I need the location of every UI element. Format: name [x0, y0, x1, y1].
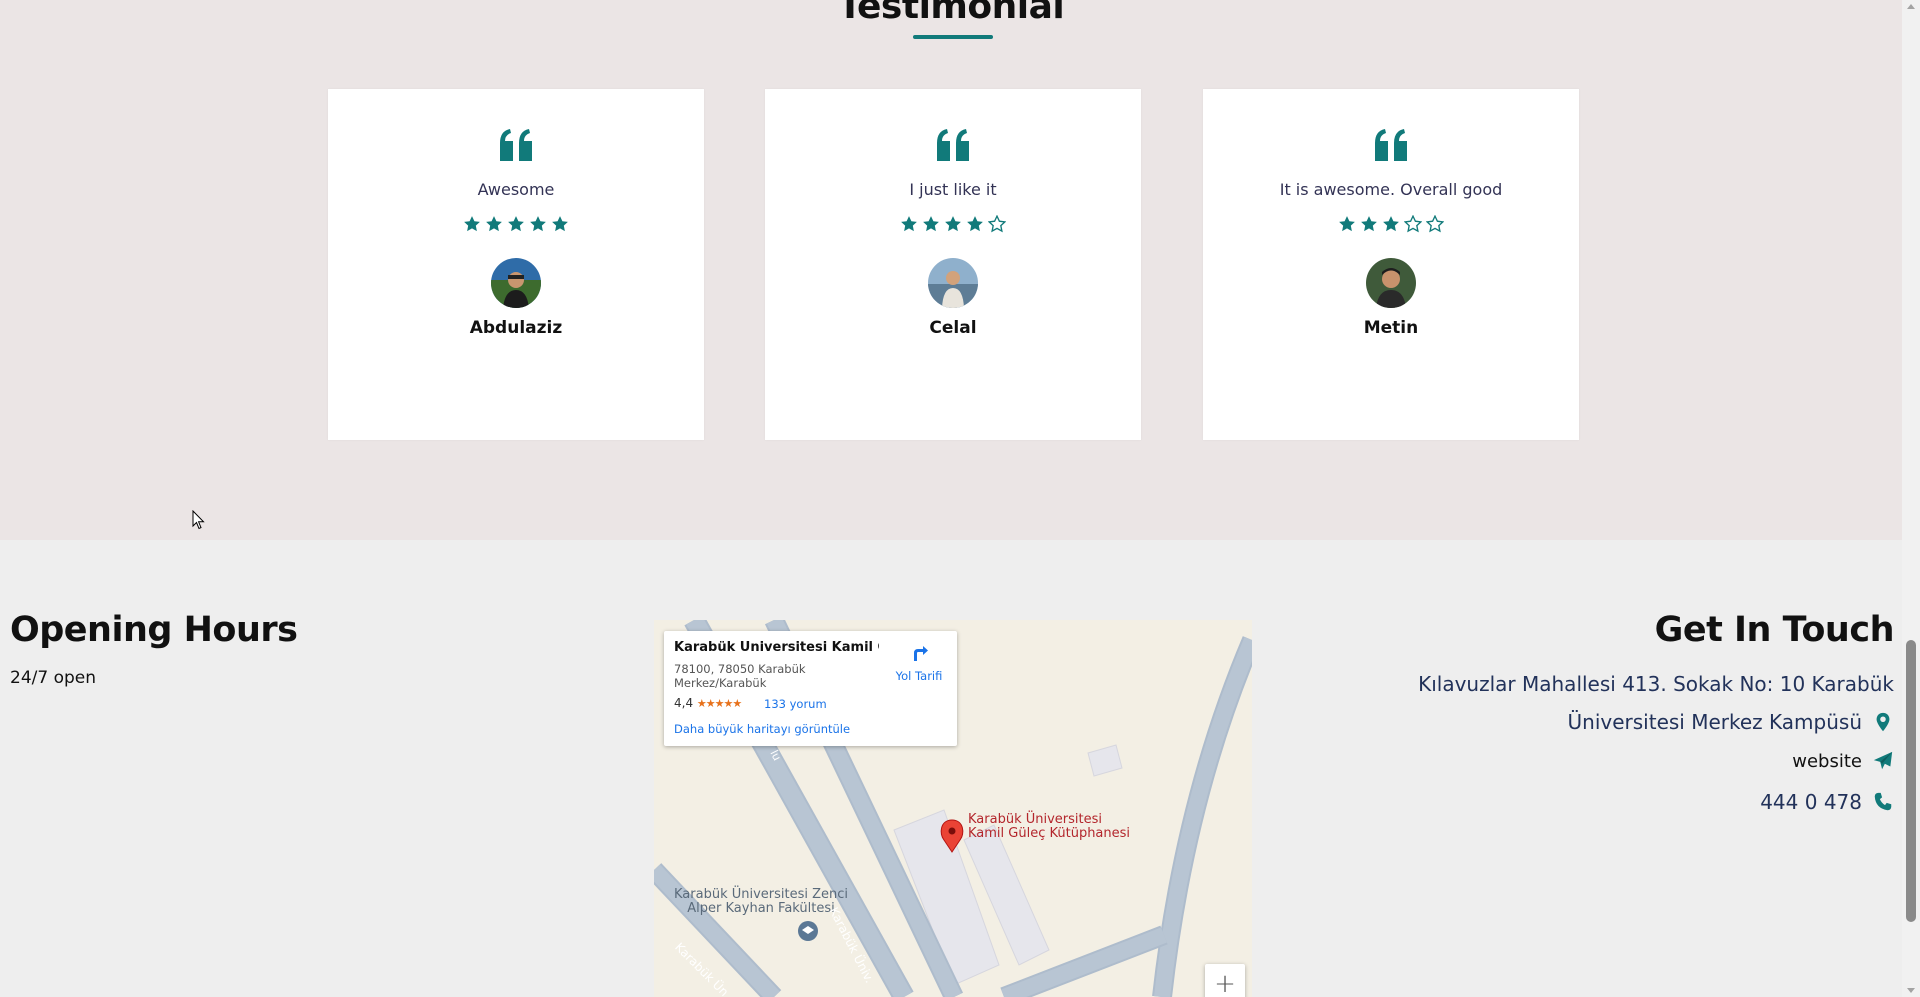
- testimonial-quote: I just like it: [909, 180, 997, 199]
- star-filled-icon: [901, 216, 917, 232]
- testimonial-section: Testimonial Awesome Abdulaziz I just lik…: [0, 0, 1902, 540]
- star-filled-icon: [923, 216, 939, 232]
- contact-website[interactable]: website: [1792, 750, 1894, 772]
- testimonial-quote: Awesome: [477, 180, 555, 199]
- testimonial-title: Testimonial: [837, 0, 1065, 27]
- zoom-in-button[interactable]: +: [1205, 964, 1245, 997]
- mouse-cursor-icon: [192, 510, 205, 530]
- map-place-card: Karabük Üniversitesi Kamil Gü... 78100, …: [664, 631, 957, 746]
- rating-stars: [328, 215, 704, 233]
- rating-stars: ★★★★★: [696, 697, 742, 710]
- star-empty-icon: [1404, 215, 1422, 233]
- contact-address: Üniversitesi Merkez Kampüsü: [1568, 710, 1894, 734]
- testimonial-author: Metin: [1363, 318, 1419, 338]
- map-place-name: Karabük Üniversitesi Kamil Gü...: [674, 640, 879, 655]
- testimonial-card: I just like it Celal: [765, 89, 1141, 440]
- map-place-address: 78100, 78050 Karabük Merkez/Karabük: [674, 662, 806, 690]
- phone-icon: [1874, 792, 1892, 811]
- quote-icon: [1203, 129, 1579, 165]
- contact-phone[interactable]: 444 0 478: [1760, 790, 1894, 814]
- title-underline: [913, 35, 993, 39]
- contact-title: Get In Touch: [1654, 610, 1895, 650]
- star-filled-icon: [486, 216, 502, 232]
- map-poi-label[interactable]: Karabük Üniversitesi Zenci Alper Kayhan …: [674, 888, 848, 916]
- star-filled-icon: [967, 216, 983, 232]
- embedded-map[interactable]: Karabük Üniversitesi Kamil Güleç Kütüpha…: [654, 620, 1252, 997]
- star-empty-icon: [1426, 215, 1444, 233]
- testimonial-card: It is awesome. Overall good Metin: [1203, 89, 1579, 440]
- quote-icon: [328, 129, 704, 165]
- map-place-rating: 4,4 ★★★★★: [674, 696, 742, 710]
- rating-stars: [1203, 215, 1579, 233]
- star-filled-icon: [1361, 216, 1377, 232]
- map-pin-icon: [1876, 712, 1890, 732]
- testimonial-author: Abdulaziz: [469, 318, 563, 338]
- directions-button[interactable]: Yol Tarifi: [889, 641, 949, 683]
- avatar: [1366, 258, 1416, 308]
- directions-icon: [914, 646, 928, 661]
- star-filled-icon: [552, 216, 568, 232]
- star-filled-icon: [464, 216, 480, 232]
- scrollbar-thumb[interactable]: [1906, 640, 1916, 922]
- star-filled-icon: [508, 216, 524, 232]
- paper-plane-icon: [1873, 751, 1893, 770]
- rating-stars: [765, 215, 1141, 233]
- map-marker-label[interactable]: Karabük Üniversitesi Kamil Güleç Kütüpha…: [968, 813, 1130, 841]
- quote-icon: [765, 129, 1141, 165]
- star-filled-icon: [1339, 216, 1355, 232]
- star-filled-icon: [1383, 216, 1399, 232]
- avatar: [928, 258, 978, 308]
- larger-map-link[interactable]: Daha büyük haritayı görüntüle: [674, 722, 850, 736]
- contact-address-line1: Kılavuzlar Mahallesi 413. Sokak No: 10 K…: [1418, 672, 1894, 696]
- avatar: [491, 258, 541, 308]
- testimonial-card: Awesome Abdulaziz: [328, 89, 704, 440]
- opening-hours-text: 24/7 open: [10, 668, 97, 688]
- opening-hours-title: Opening Hours: [10, 610, 298, 650]
- page-scrollbar[interactable]: [1902, 0, 1920, 997]
- star-filled-icon: [945, 216, 961, 232]
- scroll-down-arrow-icon[interactable]: [1907, 988, 1915, 993]
- map-reviews-link[interactable]: 133 yorum: [764, 697, 827, 711]
- star-empty-icon: [988, 215, 1006, 233]
- scroll-up-arrow-icon[interactable]: [1907, 4, 1915, 9]
- star-filled-icon: [530, 216, 546, 232]
- testimonial-author: Celal: [929, 318, 977, 338]
- testimonial-quote: It is awesome. Overall good: [1279, 180, 1503, 199]
